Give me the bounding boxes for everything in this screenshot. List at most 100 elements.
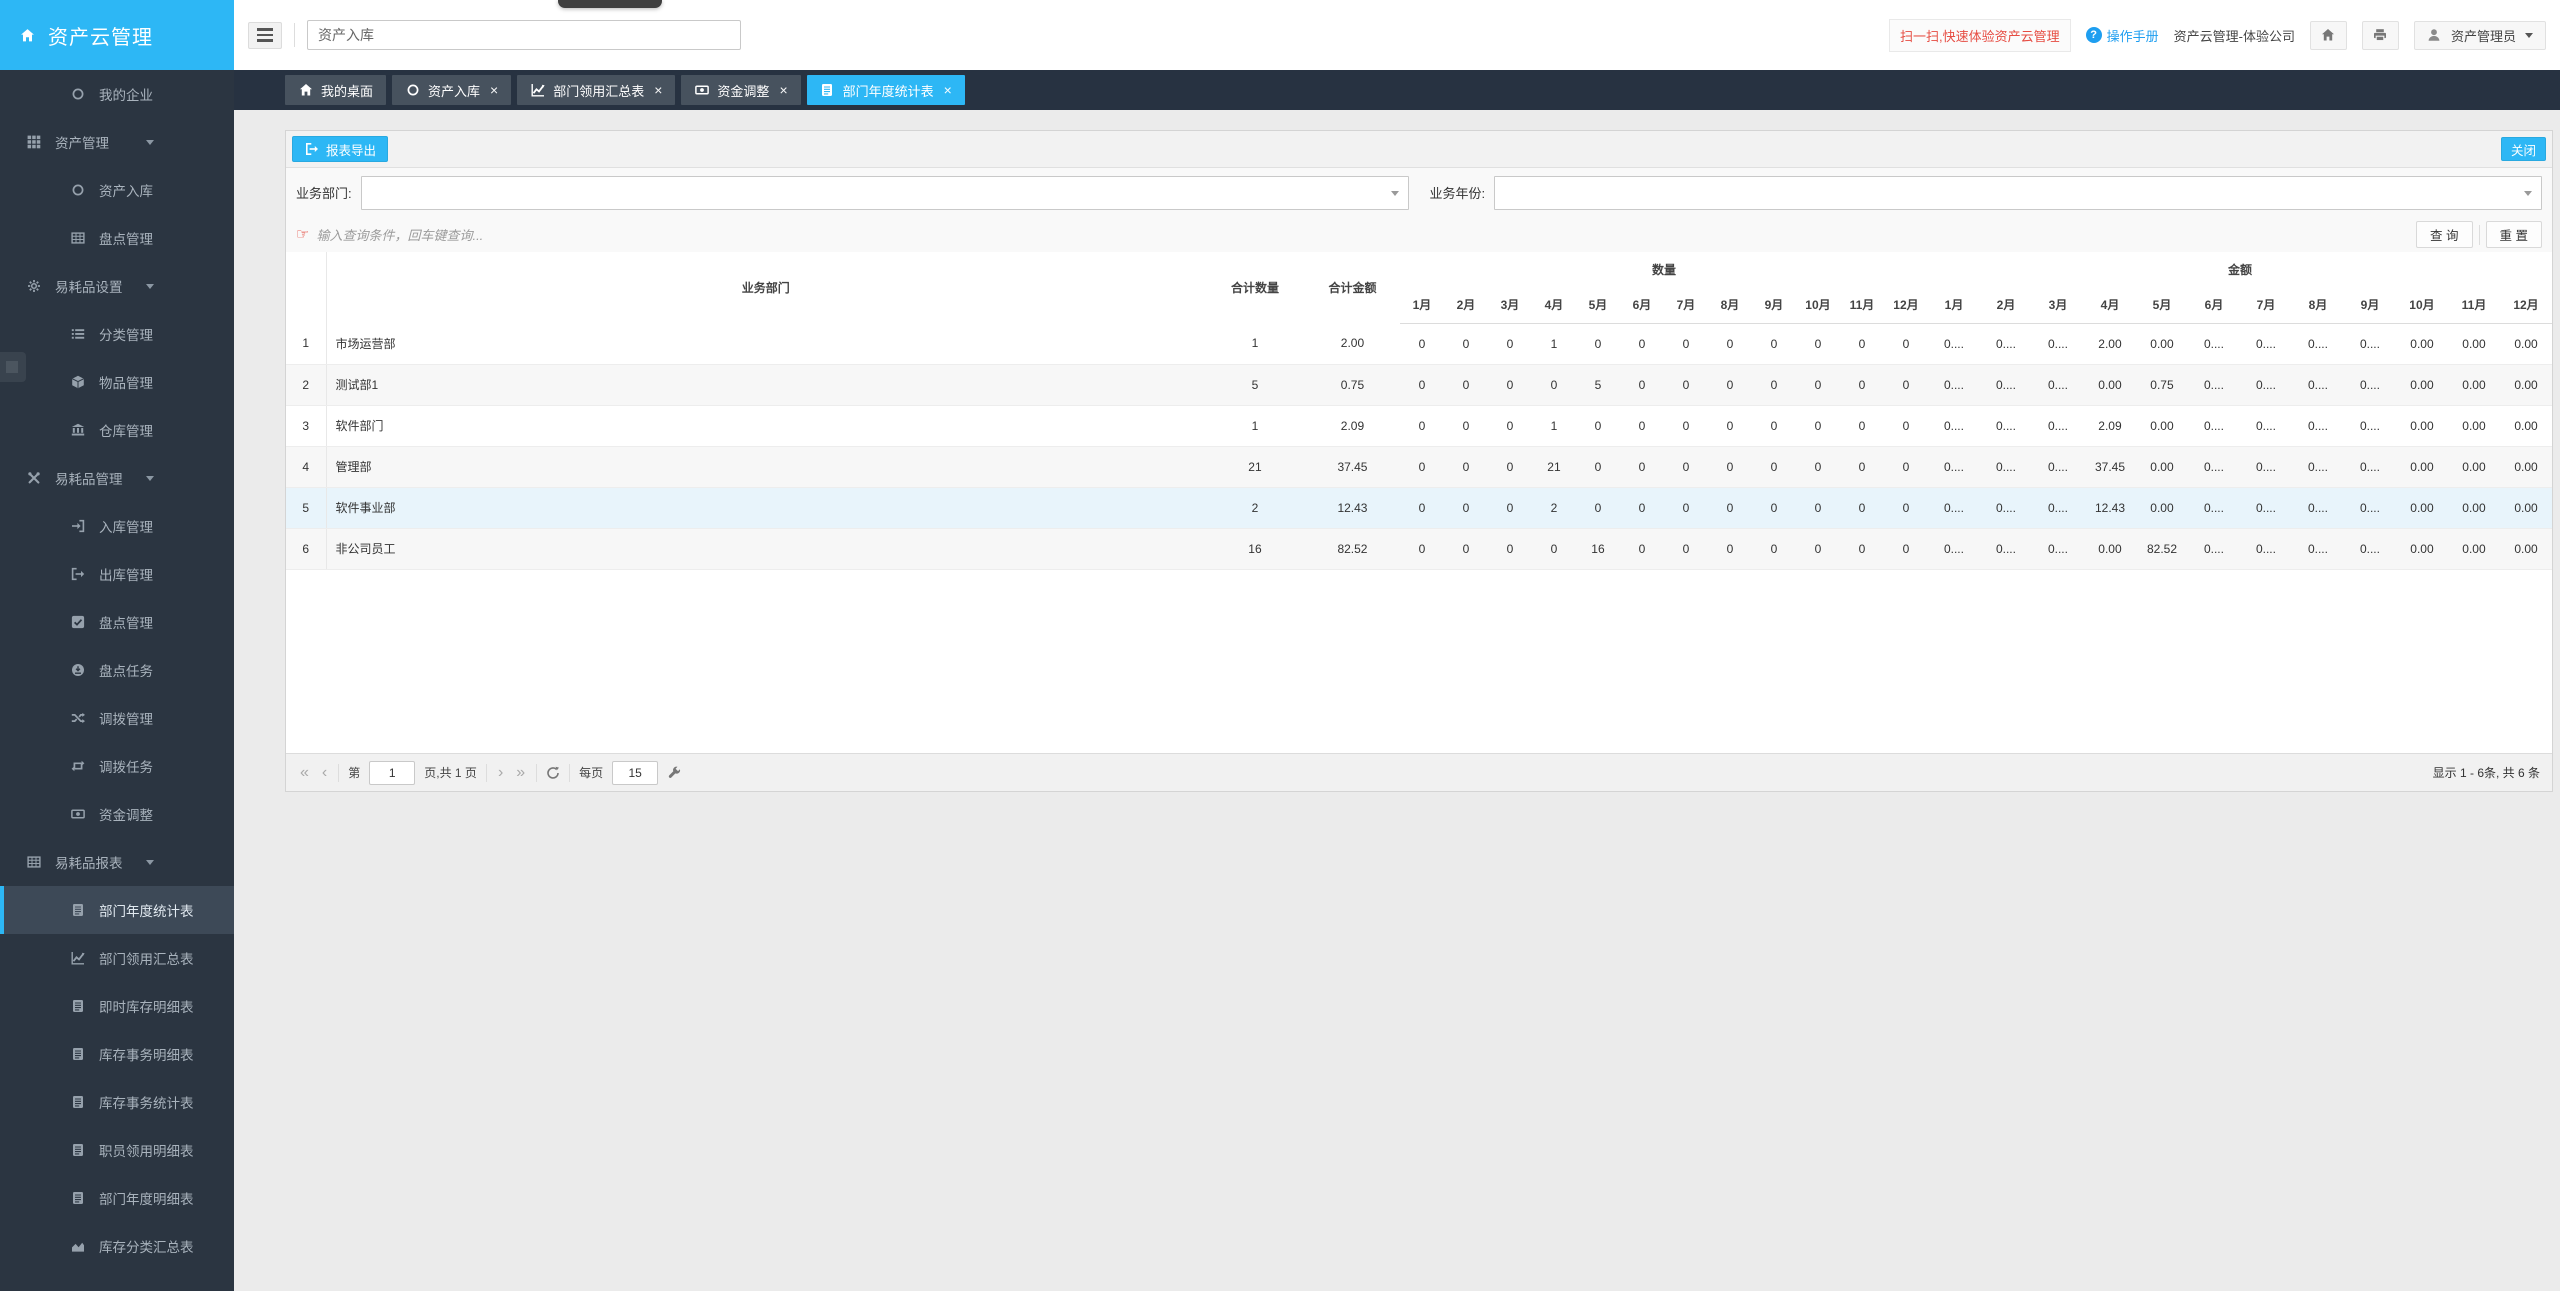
sidebar-item[interactable]: 调拨任务: [0, 742, 234, 790]
month-qty-cell: 0: [1575, 446, 1620, 488]
reset-button[interactable]: 重 置: [2485, 221, 2542, 248]
table-row[interactable]: 5 软件事业部 2 12.43 0 0 0 2 0 0 0 0 0 0 0 0 0.... 0.... 0.... 1…: [286, 487, 2552, 529]
sidebar-item[interactable]: 出库管理: [0, 550, 234, 598]
sidebar-item[interactable]: 资金调整: [0, 790, 234, 838]
refresh-button[interactable]: [546, 766, 560, 780]
menu-toggle-button[interactable]: [248, 21, 282, 49]
grid-settings-button[interactable]: [667, 766, 681, 780]
column-header[interactable]: 11月: [1839, 286, 1884, 324]
tab[interactable]: 资产入库 ×: [392, 75, 512, 105]
column-header[interactable]: 6月: [1619, 286, 1664, 324]
sign-in-icon: [70, 519, 85, 534]
first-page-button[interactable]: «: [298, 764, 311, 781]
column-header[interactable]: 2月: [1979, 286, 2032, 324]
export-report-button[interactable]: 报表导出: [292, 136, 389, 162]
sidebar-item[interactable]: 仓库管理: [0, 406, 234, 454]
column-header[interactable]: 合计数量: [1205, 252, 1305, 323]
tab[interactable]: 部门年度统计表 ×: [806, 75, 965, 105]
year-select[interactable]: [1494, 175, 2542, 210]
month-amt-cell: 0.00: [2395, 446, 2448, 488]
column-header[interactable]: 4月: [1531, 286, 1576, 324]
sidebar-item[interactable]: 盘点管理: [0, 214, 234, 262]
tab[interactable]: 部门领用汇总表 ×: [517, 75, 676, 105]
sidebar-item[interactable]: 即时库存明细表: [0, 982, 234, 1030]
column-header[interactable]: 5月: [2135, 286, 2188, 324]
column-header[interactable]: 3月: [2031, 286, 2084, 324]
column-header[interactable]: 2月: [1443, 286, 1488, 324]
close-panel-button[interactable]: 关闭: [2500, 137, 2546, 161]
sidebar-item[interactable]: 我的企业: [0, 70, 234, 118]
sidebar-item[interactable]: 库存分类汇总表: [0, 1222, 234, 1270]
prev-page-button[interactable]: ‹: [320, 764, 329, 781]
scan-promo-link[interactable]: 扫一扫,快速体验资产云管理: [1889, 18, 2071, 52]
manual-link[interactable]: ? 操作手册: [2085, 26, 2159, 45]
column-header[interactable]: 1月: [1927, 286, 1980, 324]
column-header[interactable]: 8月: [1707, 286, 1752, 324]
row-number-header[interactable]: [286, 252, 327, 323]
table-row[interactable]: 2 测试部1 5 0.75 0 0 0 0 5 0 0 0 0 0 0 0 0.... 0.... 0.... 0.0…: [286, 364, 2552, 406]
column-header[interactable]: 9月: [2343, 286, 2396, 324]
column-header[interactable]: 12月: [1883, 286, 1928, 324]
column-header[interactable]: 7月: [1663, 286, 1708, 324]
sidebar-item[interactable]: 易耗品报表: [0, 838, 234, 886]
sidebar-item[interactable]: 资产入库: [0, 166, 234, 214]
sidebar-item[interactable]: 库存事务明细表: [0, 1030, 234, 1078]
column-header[interactable]: 1月: [1399, 286, 1444, 324]
column-header[interactable]: 12月: [2499, 286, 2552, 324]
tab[interactable]: 资金调整 ×: [681, 75, 801, 105]
sidebar-item[interactable]: 部门领用汇总表: [0, 934, 234, 982]
table-row[interactable]: 3 软件部门 1 2.09 0 0 0 1 0 0 0 0 0 0 0 0 0.... 0.... 0.... 2.0…: [286, 405, 2552, 447]
table-row[interactable]: 1 市场运营部 1 2.00 0 0 0 1 0 0 0 0 0 0 0 0 0.... 0.... 0.... 2.…: [286, 323, 2552, 365]
sidebar-item[interactable]: 职员领用明细表: [0, 1126, 234, 1174]
column-header[interactable]: 6月: [2187, 286, 2240, 324]
column-header[interactable]: 9月: [1751, 286, 1796, 324]
tab[interactable]: 我的桌面: [285, 75, 387, 105]
per-page-input[interactable]: [612, 760, 659, 785]
record-count-summary: 显示 1 - 6条, 共 6 条: [2432, 766, 2540, 780]
sidebar-item[interactable]: 入库管理: [0, 502, 234, 550]
user-menu[interactable]: 资产管理员: [2413, 20, 2546, 50]
table-row[interactable]: 6 非公司员工 16 82.52 0 0 0 0 16 0 0 0 0 0 0 0 0.... 0.... 0...…: [286, 528, 2552, 570]
dept-select[interactable]: [360, 175, 1409, 210]
sidebar-item[interactable]: 部门年度明细表: [0, 1174, 234, 1222]
table-row[interactable]: 4 管理部 21 37.45 0 0 0 21 0 0 0 0 0 0 0 0 0.... 0.... 0.... 3…: [286, 446, 2552, 488]
sidebar-item[interactable]: 盘点任务: [0, 646, 234, 694]
sidebar-item[interactable]: 部门年度统计表: [0, 886, 234, 934]
sidebar-item[interactable]: 分类管理: [0, 310, 234, 358]
sidebar-item[interactable]: 资产管理: [0, 118, 234, 166]
column-header[interactable]: 3月: [1487, 286, 1532, 324]
column-header[interactable]: 合计金额: [1305, 252, 1400, 323]
sidebar-item[interactable]: 物品管理: [0, 358, 234, 406]
sidebar-item[interactable]: 盘点管理: [0, 598, 234, 646]
close-tab-icon[interactable]: ×: [490, 83, 498, 97]
column-header[interactable]: 5月: [1575, 286, 1620, 324]
close-tab-icon[interactable]: ×: [944, 83, 952, 97]
column-header[interactable]: 4月: [2083, 286, 2136, 324]
sidebar-item[interactable]: 库存事务统计表: [0, 1078, 234, 1126]
close-tab-icon[interactable]: ×: [779, 83, 787, 97]
app-logo[interactable]: 资产云管理: [0, 0, 234, 70]
month-amt-cell: 0.00: [2083, 528, 2136, 570]
column-header[interactable]: 业务部门: [326, 252, 1205, 323]
sidebar-item[interactable]: 调拨管理: [0, 694, 234, 742]
column-header[interactable]: 10月: [1795, 286, 1840, 324]
column-header[interactable]: 7月: [2239, 286, 2292, 324]
column-header[interactable]: 10月: [2395, 286, 2448, 324]
column-header[interactable]: 11月: [2447, 286, 2500, 324]
month-amt-cell: 0.00: [2499, 487, 2552, 529]
print-button[interactable]: [2361, 20, 2399, 50]
page-number-input[interactable]: [369, 760, 416, 785]
column-header[interactable]: 8月: [2291, 286, 2344, 324]
sidebar-item[interactable]: 易耗品管理: [0, 454, 234, 502]
collapsed-panel-handle[interactable]: [0, 352, 26, 382]
month-qty-cell: 0: [1619, 446, 1664, 488]
next-page-button[interactable]: ›: [496, 764, 505, 781]
search-input[interactable]: [307, 20, 741, 50]
close-tab-icon[interactable]: ×: [654, 83, 662, 97]
last-page-button[interactable]: »: [514, 764, 527, 781]
query-button[interactable]: 查 询: [2416, 221, 2473, 248]
home-button[interactable]: [2309, 20, 2347, 50]
month-qty-cell: 16: [1575, 528, 1620, 570]
quantity-group-header: 数量: [1651, 262, 1676, 277]
sidebar-item[interactable]: 易耗品设置: [0, 262, 234, 310]
